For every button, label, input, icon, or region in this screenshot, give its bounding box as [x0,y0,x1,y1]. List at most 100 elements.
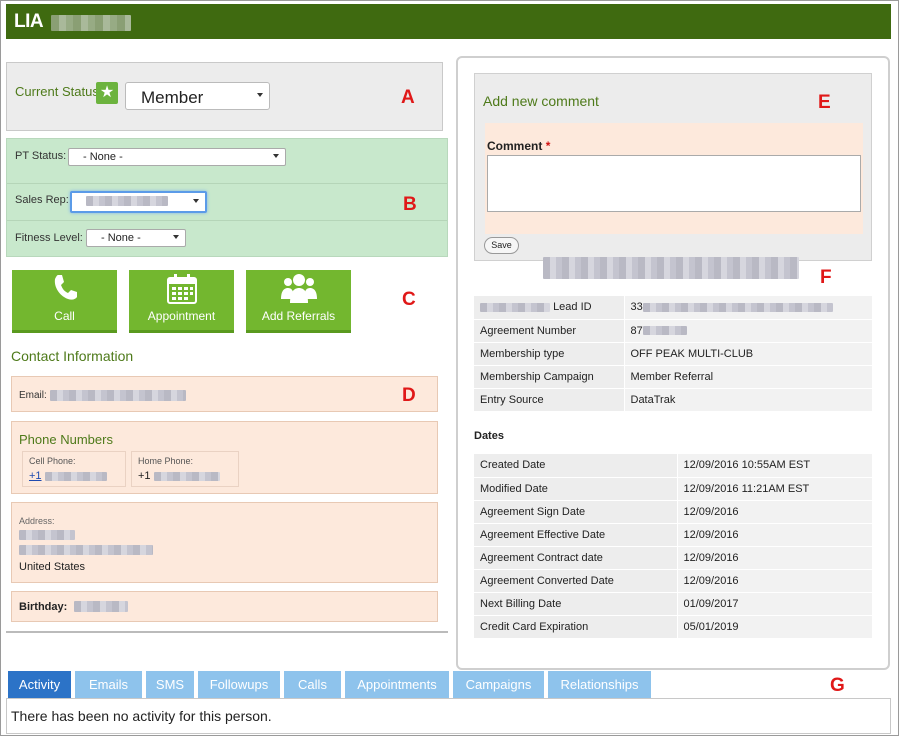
date-key: Agreement Sign Date [474,500,677,524]
redacted-agreement-number [642,326,687,336]
address-box: Address: United States [11,502,438,583]
marker-b: B [403,194,417,215]
redacted-lead-id-prefix [480,302,550,312]
address-label: Address: [19,516,55,526]
tab-followups[interactable]: Followups [198,671,280,698]
marker-a: A [401,87,415,108]
sales-rep-row: Sales Rep: [7,184,447,221]
table-row: Agreement Converted Date 12/09/2016 [474,569,872,593]
agreement-number-key: Agreement Number [474,319,624,343]
required-mark: * [545,139,551,153]
table-row: Agreement Sign Date 12/09/2016 [474,500,872,524]
lead-id-key: Lead ID [474,296,624,320]
tab-calls[interactable]: Calls [284,671,341,698]
chevron-down-icon [273,154,279,158]
phone-numbers-box: Phone Numbers Cell Phone: +1 Home Phone:… [11,421,438,494]
redacted-lead-name [543,257,799,279]
fitness-level-select[interactable]: - None - [86,229,186,247]
activity-panel: There has been no activity for this pers… [6,698,891,734]
redacted-sales-rep [86,196,168,207]
sales-rep-label: Sales Rep: [15,194,69,206]
table-row: Credit Card Expiration 05/01/2019 [474,615,872,639]
date-key: Modified Date [474,477,677,501]
table-row: Membership type OFF PEAK MULTI-CLUB [474,342,872,366]
cell-phone-label: Cell Phone: [29,456,76,466]
date-value: 12/09/2016 [676,523,872,547]
entry-source-key: Entry Source [474,388,624,412]
comment-label-text: Comment [487,139,543,153]
table-row: Created Date 12/09/2016 10:55AM EST [474,454,872,478]
cell-phone-number[interactable]: +1 [29,470,121,482]
redacted-address-line1 [19,530,75,540]
date-value: 01/09/2017 [676,592,872,616]
redacted-cell-number [44,471,107,481]
membership-campaign-key: Membership Campaign [474,365,624,389]
tab-emails[interactable]: Emails [75,671,142,698]
save-button[interactable]: Save [484,237,519,254]
add-referrals-button[interactable]: Add Referrals [246,270,351,333]
comment-box: Comment * [485,123,863,234]
lead-details-section: PT Status: - None - Sales Rep: Fitness L… [6,138,448,257]
lead-info-table: Lead ID 33 Agreement Number 87 Membershi… [474,296,872,412]
tab-appointments[interactable]: Appointments [345,671,449,698]
date-key: Created Date [474,454,677,478]
agreement-number-value: 87 [623,319,872,343]
redacted-email[interactable] [50,390,186,401]
sales-rep-select[interactable] [70,191,207,213]
home-phone-card: Home Phone: +1 [131,451,239,487]
call-button[interactable]: Call [12,270,117,333]
date-key: Credit Card Expiration [474,615,677,639]
membership-campaign-value: Member Referral [623,365,872,389]
comment-textarea[interactable] [487,155,861,212]
date-value: 12/09/2016 [676,500,872,524]
status-select[interactable]: Member [125,82,270,110]
pt-status-select[interactable]: - None - [68,148,286,166]
tab-sms[interactable]: SMS [146,671,194,698]
current-status-label: Current Status [15,84,99,99]
marker-d: D [402,385,416,406]
date-key: Agreement Effective Date [474,523,677,547]
status-section: Current Status ★ Member [6,62,443,131]
entry-source-value: DataTrak [623,388,872,412]
table-row: Agreement Effective Date 12/09/2016 [474,523,872,547]
home-phone-number: +1 [138,470,234,482]
pt-status-label: PT Status: [15,150,67,162]
membership-type-key: Membership type [474,342,624,366]
call-button-label: Call [54,309,75,323]
lead-id-value-text: 33 [630,301,643,314]
redacted-name [51,15,131,31]
appointment-button[interactable]: Appointment [129,270,234,333]
cell-phone-link[interactable]: +1 [29,470,42,482]
email-box: Email: [11,376,438,412]
chevron-down-icon [193,199,199,203]
chevron-down-icon [257,93,263,97]
fitness-level-row: Fitness Level: - None - [7,221,447,257]
date-key: Agreement Converted Date [474,569,677,593]
pt-status-row: PT Status: - None - [7,139,447,184]
add-comment-section: Add new comment Comment * Save [474,73,872,261]
birthday-box: Birthday: [11,591,438,622]
fitness-level-label: Fitness Level: [15,232,83,244]
appointment-button-label: Appointment [147,309,216,323]
tab-campaigns[interactable]: Campaigns [453,671,544,698]
phone-icon [12,273,117,309]
marker-f: F [820,267,832,288]
table-row: Modified Date 12/09/2016 11:21AM EST [474,477,872,501]
status-select-value: Member [141,88,204,107]
table-row: Agreement Contract date 12/09/2016 [474,546,872,570]
add-referrals-button-label: Add Referrals [261,309,336,323]
redacted-lead-id [642,302,833,312]
address-country: United States [19,561,86,573]
redacted-address-line2 [19,545,153,555]
table-row: Next Billing Date 01/09/2017 [474,592,872,616]
date-value: 12/09/2016 11:21AM EST [676,477,872,501]
chevron-down-icon [173,235,179,239]
people-icon [246,273,351,309]
fitness-level-value: - None - [101,232,141,244]
header-bar: LIA [6,4,891,39]
marker-e: E [818,92,831,113]
table-row: Lead ID 33 [474,296,872,320]
tab-relationships[interactable]: Relationships [548,671,651,698]
tab-activity[interactable]: Activity [8,671,71,698]
date-key: Next Billing Date [474,592,677,616]
